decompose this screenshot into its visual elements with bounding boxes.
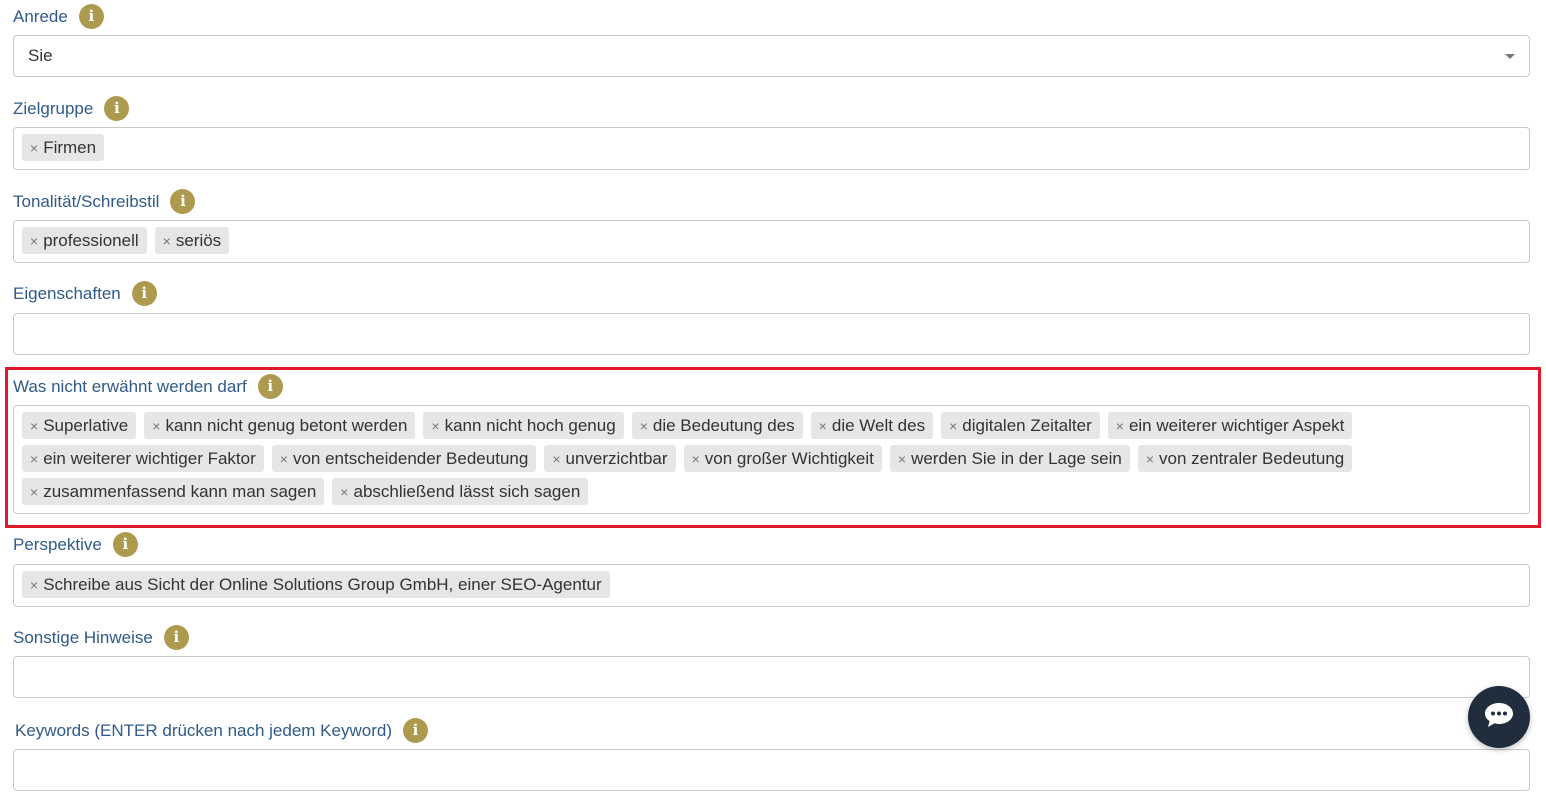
tag-label: von großer Wichtigkeit [704,448,874,468]
eigenschaften-tag-input[interactable] [13,313,1530,355]
tag-chip: × von großer Wichtigkeit [683,445,882,472]
remove-tag-icon[interactable]: × [1146,451,1154,467]
tag-chip: × von entscheidender Bedeutung [271,445,537,472]
tonalitaet-tag-input[interactable]: × professionell × seriös [13,220,1530,263]
zielgruppe-tag-input[interactable]: × Firmen [13,127,1530,170]
remove-tag-icon[interactable]: × [30,233,38,249]
tag-chip: × kann nicht genug betont werden [144,412,416,439]
tag-label: die Welt des [831,415,926,435]
tag-chip: × werden Sie in der Lage sein [889,445,1130,472]
info-icon[interactable]: i [78,4,104,29]
tag-chip: × abschließend lässt sich sagen [332,478,589,505]
keywords-label: Keywords (ENTER drücken nach jedem Keywo… [15,718,428,743]
remove-tag-icon[interactable]: × [340,484,348,500]
remove-tag-icon[interactable]: × [819,418,827,434]
remove-tag-icon[interactable]: × [1116,418,1124,434]
info-icon[interactable]: i [112,532,138,557]
verboten-tag-input[interactable]: × Superlative × kann nicht genug betont wer… [13,405,1530,514]
tag-label: unverzichtbar [565,448,668,468]
remove-tag-icon[interactable]: × [898,451,906,467]
tag-label: ein weiterer wichtiger Faktor [43,448,256,468]
remove-tag-icon[interactable]: × [431,418,439,434]
tag-chip: × Schreibe aus Sicht der Online Solutions… [22,571,610,598]
remove-tag-icon[interactable]: × [152,418,160,434]
tag-chip: × digitalen Zeitalter [941,412,1100,439]
tag-label: zusammenfassend kann man sagen [43,481,317,501]
tag-label: abschließend lässt sich sagen [353,481,581,501]
tag-chip: × ein weiterer wichtiger Aspekt [1107,412,1353,439]
verboten-label: Was nicht erwähnt werden darf i [13,374,283,399]
tag-label: von zentraler Bedeutung [1159,448,1345,468]
info-icon[interactable]: i [163,625,189,650]
perspektive-label: Perspektive i [13,532,138,557]
remove-tag-icon[interactable]: × [552,451,560,467]
info-icon[interactable]: i [131,281,157,306]
tag-chip: × Firmen [22,134,105,161]
tag-chip: × professionell [22,227,147,254]
perspektive-tag-input[interactable]: × Schreibe aus Sicht der Online Solutions… [13,564,1530,607]
chat-bubble-icon [1483,701,1515,734]
info-icon[interactable]: i [170,189,196,214]
remove-tag-icon[interactable]: × [30,140,38,156]
chat-button[interactable] [1468,686,1530,748]
tag-label: kann nicht hoch genug [444,415,616,435]
remove-tag-icon[interactable]: × [30,577,38,593]
info-icon[interactable]: i [257,374,283,399]
tag-label: seriös [175,230,222,250]
tonalitaet-label: Tonalität/Schreibstil i [13,189,196,214]
tag-chip: × seriös [154,227,230,254]
tag-label: ein weiterer wichtiger Aspekt [1128,415,1345,435]
remove-tag-icon[interactable]: × [692,451,700,467]
chevron-down-icon [1505,54,1515,59]
tag-chip: × die Bedeutung des [631,412,803,439]
remove-tag-icon[interactable]: × [30,484,38,500]
tag-label: digitalen Zeitalter [962,415,1092,435]
anrede-label: Anrede i [13,4,104,29]
info-icon[interactable]: i [104,96,130,121]
tag-label: Schreibe aus Sicht der Online Solutions … [43,574,602,594]
hinweise-label: Sonstige Hinweise i [13,625,189,650]
tag-chip: × ein weiterer wichtiger Faktor [22,445,264,472]
tag-label: werden Sie in der Lage sein [911,448,1122,468]
info-icon[interactable]: i [402,718,428,743]
anrede-value: Sie [28,46,53,65]
remove-tag-icon[interactable]: × [163,233,171,249]
remove-tag-icon[interactable]: × [280,451,288,467]
remove-tag-icon[interactable]: × [949,418,957,434]
hinweise-tag-input[interactable] [13,656,1530,698]
remove-tag-icon[interactable]: × [30,418,38,434]
tag-label: kann nicht genug betont werden [165,415,408,435]
tag-chip: × unverzichtbar [544,445,676,472]
tag-chip: × von zentraler Bedeutung [1137,445,1353,472]
tag-chip: × die Welt des [810,412,934,439]
eigenschaften-label: Eigenschaften i [13,281,157,306]
tag-chip: × kann nicht hoch genug [423,412,624,439]
tag-chip: × zusammenfassend kann man sagen [22,478,325,505]
tag-label: die Bedeutung des [652,415,795,435]
tag-label: professionell [43,230,139,250]
tag-chip: × Superlative [22,412,137,439]
zielgruppe-label: Zielgruppe i [13,96,130,121]
anrede-select[interactable]: Sie [13,35,1530,77]
keywords-tag-input[interactable] [13,749,1530,791]
remove-tag-icon[interactable]: × [30,451,38,467]
remove-tag-icon[interactable]: × [640,418,648,434]
tag-label: von entscheidender Bedeutung [292,448,529,468]
tag-label: Superlative [43,415,129,435]
tag-label: Firmen [43,137,97,157]
